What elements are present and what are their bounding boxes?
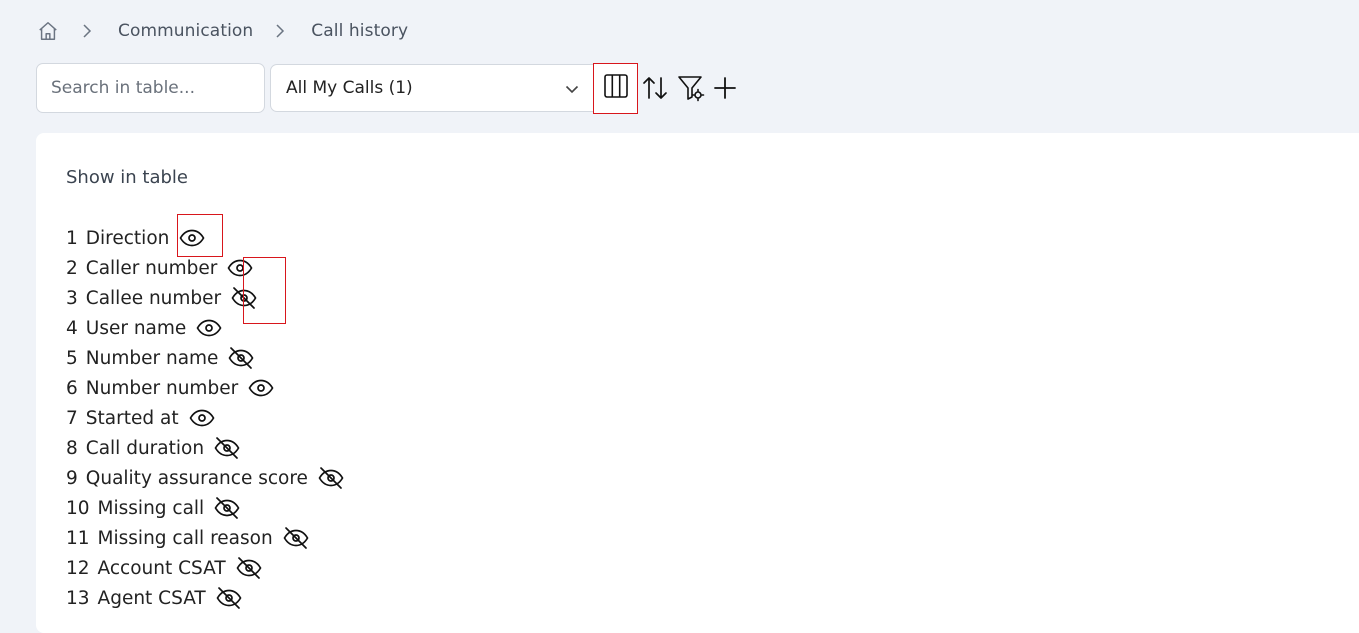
column-name: Missing call — [97, 497, 205, 519]
eye-off-icon[interactable] — [316, 465, 346, 491]
column-row: 6 Number number — [66, 373, 346, 403]
view-select[interactable]: All My Calls (1) — [270, 64, 594, 112]
eye-off-icon[interactable] — [214, 585, 244, 611]
column-row: 7 Started at — [66, 403, 346, 433]
column-row: 4 User name — [66, 313, 346, 343]
column-number: 5 — [66, 347, 78, 369]
columns-icon — [603, 73, 629, 103]
column-row: 13 Agent CSAT — [66, 583, 346, 613]
search-input[interactable] — [36, 63, 265, 113]
eye-icon[interactable] — [177, 225, 207, 251]
columns-panel: Show in table 1 Direction 2 Caller number 3 C… — [36, 133, 1359, 633]
column-number: 13 — [66, 587, 90, 609]
column-number: 12 — [66, 557, 90, 579]
table-toolbar: All My Calls (1) — [36, 62, 740, 114]
eye-off-icon[interactable] — [229, 285, 259, 311]
eye-icon[interactable] — [246, 375, 276, 401]
column-name: Account CSAT — [97, 557, 226, 579]
column-name: Number name — [85, 347, 219, 369]
column-number: 4 — [66, 317, 78, 339]
column-number: 6 — [66, 377, 78, 399]
column-row: 8 Call duration — [66, 433, 346, 463]
column-number: 8 — [66, 437, 78, 459]
column-number: 3 — [66, 287, 78, 309]
home-icon[interactable] — [36, 19, 60, 43]
column-row: 1 Direction — [66, 223, 346, 253]
view-select-value: All My Calls (1) — [286, 78, 413, 98]
column-list: 1 Direction 2 Caller number 3 Callee number 4 U… — [66, 223, 346, 613]
column-row: 10 Missing call — [66, 493, 346, 523]
column-number: 9 — [66, 467, 78, 489]
column-name: User name — [85, 317, 187, 339]
column-name: Agent CSAT — [97, 587, 206, 609]
column-name: Call duration — [85, 437, 205, 459]
eye-icon[interactable] — [194, 315, 224, 341]
column-name: Number number — [85, 377, 239, 399]
column-number: 1 — [66, 227, 78, 249]
column-number: 2 — [66, 257, 78, 279]
column-name: Caller number — [85, 257, 218, 279]
filter-settings-icon[interactable] — [676, 73, 706, 103]
column-name: Missing call reason — [97, 527, 273, 549]
breadcrumb-call-history[interactable]: Call history — [311, 21, 408, 41]
breadcrumb-communication[interactable]: Communication — [118, 21, 253, 41]
eye-off-icon[interactable] — [226, 345, 256, 371]
column-row: 2 Caller number — [66, 253, 346, 283]
columns-button[interactable] — [593, 62, 638, 114]
chevron-right-icon — [82, 24, 96, 38]
column-number: 11 — [66, 527, 90, 549]
eye-icon[interactable] — [225, 255, 255, 281]
column-row: 5 Number name — [66, 343, 346, 373]
column-number: 10 — [66, 497, 90, 519]
sort-icon[interactable] — [640, 73, 670, 103]
eye-off-icon[interactable] — [212, 495, 242, 521]
column-row: 11 Missing call reason — [66, 523, 346, 553]
breadcrumb: Communication Call history — [36, 18, 408, 44]
column-row: 12 Account CSAT — [66, 553, 346, 583]
column-number: 7 — [66, 407, 78, 429]
plus-icon[interactable] — [710, 73, 740, 103]
column-row: 3 Callee number — [66, 283, 346, 313]
column-name: Callee number — [85, 287, 222, 309]
column-name: Quality assurance score — [85, 467, 308, 489]
column-row: 9 Quality assurance score — [66, 463, 346, 493]
column-name: Direction — [85, 227, 170, 249]
eye-icon[interactable] — [187, 405, 217, 431]
chevron-down-icon — [565, 79, 579, 98]
eye-off-icon[interactable] — [212, 435, 242, 461]
eye-off-icon[interactable] — [281, 525, 311, 551]
eye-off-icon[interactable] — [234, 555, 264, 581]
chevron-right-icon — [275, 24, 289, 38]
column-name: Started at — [85, 407, 179, 429]
panel-title: Show in table — [66, 167, 189, 188]
